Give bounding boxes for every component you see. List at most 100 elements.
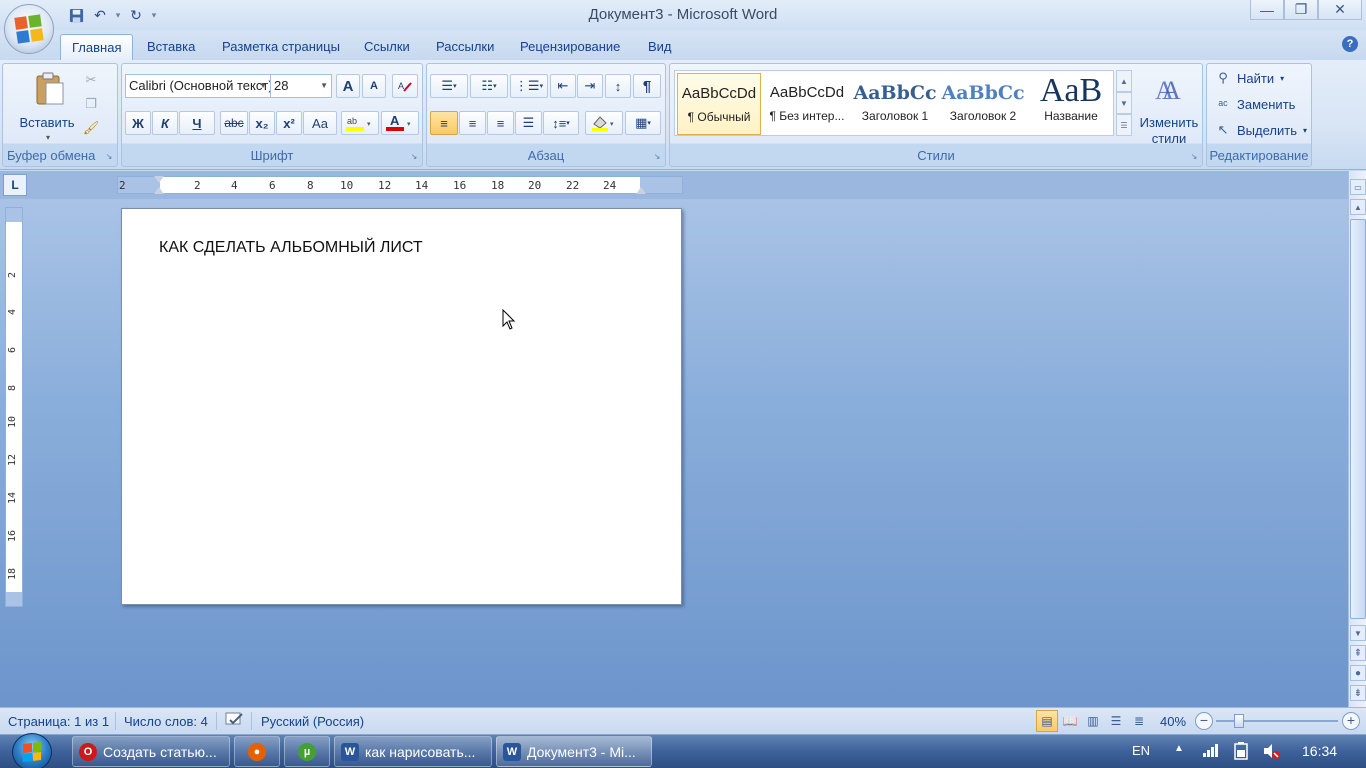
taskbar-item-utorrent[interactable]: µ	[284, 736, 330, 767]
sort-icon[interactable]: ↕	[605, 74, 631, 98]
horizontal-ruler[interactable]: 2 2 4 6 8 10 12 14 16 18 20 22 24	[117, 176, 683, 194]
first-line-indent-marker[interactable]	[154, 176, 164, 183]
highlight-color-icon[interactable]: ab ▾	[341, 111, 379, 135]
close-button[interactable]: ✕	[1318, 0, 1362, 20]
numbering-icon[interactable]: ☷ ▾	[470, 74, 508, 98]
paste-button[interactable]: Вставить ▾	[5, 66, 91, 144]
shrink-font-button[interactable]: A	[362, 74, 386, 98]
office-button[interactable]	[4, 4, 54, 54]
copy-icon[interactable]: ❐	[81, 92, 101, 116]
subscript-button[interactable]: x₂	[249, 111, 275, 135]
taskbar-item-word-1[interactable]: W как нарисовать...	[334, 736, 492, 767]
print-layout-icon[interactable]: ▤	[1036, 710, 1058, 732]
paragraph-launcher-icon[interactable]: ↘	[652, 152, 662, 162]
tab-selector[interactable]: L	[3, 174, 27, 196]
shading-icon[interactable]: ▾	[585, 111, 623, 135]
align-right-icon[interactable]: ≡	[487, 111, 514, 135]
zoom-level[interactable]: 40%	[1160, 714, 1186, 729]
zoom-in-icon[interactable]: +	[1342, 712, 1360, 730]
next-page-icon[interactable]: ⇟	[1350, 685, 1366, 701]
styles-launcher-icon[interactable]: ↘	[1189, 152, 1199, 162]
draft-view-icon[interactable]: ≣	[1128, 710, 1150, 732]
justify-icon[interactable]: ☰	[515, 111, 542, 135]
style-title[interactable]: AaB Название	[1029, 73, 1113, 135]
taskbar-item-opera[interactable]: O Создать статью...	[72, 736, 230, 767]
borders-icon[interactable]: ▦ ▾	[625, 111, 661, 135]
select-browse-object-icon[interactable]: ●	[1350, 665, 1366, 681]
find-button[interactable]: ⚲ Найти ▾	[1215, 66, 1284, 90]
tab-review[interactable]: Рецензирование	[509, 34, 631, 60]
spelling-check-icon[interactable]	[224, 711, 246, 732]
maximize-button[interactable]: ❐	[1284, 0, 1318, 20]
tab-page-layout[interactable]: Разметка страницы	[211, 34, 351, 60]
clipboard-launcher-icon[interactable]: ↘	[104, 152, 114, 162]
left-indent-marker[interactable]	[154, 187, 164, 194]
start-button[interactable]	[12, 733, 52, 768]
minimize-button[interactable]: —	[1250, 0, 1284, 20]
language-indicator[interactable]: EN	[1132, 743, 1150, 758]
scrollbar-thumb[interactable]	[1350, 219, 1366, 619]
tab-references[interactable]: Ссылки	[353, 34, 421, 60]
document-page[interactable]: КАК СДЕЛАТЬ АЛЬБОМНЫЙ ЛИСТ	[121, 208, 682, 605]
clear-formatting-icon[interactable]: A	[392, 74, 418, 98]
font-color-icon[interactable]: A ▾	[381, 111, 419, 135]
multilevel-list-icon[interactable]: ⋮☰ ▾	[510, 74, 548, 98]
right-indent-marker[interactable]	[636, 187, 646, 194]
align-center-icon[interactable]: ≡	[459, 111, 486, 135]
battery-icon[interactable]	[1232, 741, 1250, 764]
full-screen-reading-icon[interactable]: 📖	[1059, 710, 1081, 732]
line-spacing-icon[interactable]: ↕≡ ▾	[543, 111, 579, 135]
style-no-spacing[interactable]: AaBbCcDd ¶ Без интер...	[765, 73, 849, 135]
cut-icon[interactable]: ✂	[81, 68, 101, 92]
gallery-up-icon[interactable]: ▲	[1116, 70, 1132, 92]
previous-page-icon[interactable]: ⇞	[1350, 645, 1366, 661]
vertical-scrollbar[interactable]: ▭ ▲ ▼ ⇞ ● ⇟	[1348, 171, 1366, 707]
style-heading-2[interactable]: AaBbCc Заголовок 2	[941, 73, 1025, 135]
network-signal-icon[interactable]	[1202, 742, 1220, 761]
tab-insert[interactable]: Вставка	[136, 34, 206, 60]
superscript-button[interactable]: x²	[276, 111, 302, 135]
underline-button[interactable]: Ч	[179, 111, 215, 135]
taskbar-item-word-2[interactable]: W Документ3 - Mi...	[496, 736, 652, 767]
document-text[interactable]: КАК СДЕЛАТЬ АЛЬБОМНЫЙ ЛИСТ	[159, 239, 423, 257]
font-name-select[interactable]: Calibri (Основной текст) ▼	[125, 74, 271, 98]
clock[interactable]: 16:34	[1302, 743, 1337, 759]
web-layout-icon[interactable]: ▥	[1082, 710, 1104, 732]
bullets-icon[interactable]: ☰ ▾	[430, 74, 468, 98]
volume-muted-icon[interactable]	[1262, 741, 1282, 764]
view-ruler-icon[interactable]: ▭	[1350, 179, 1366, 195]
taskbar-item-firefox[interactable]: ●	[234, 736, 280, 767]
replace-button[interactable]: ᵃᶜ Заменить	[1215, 92, 1295, 116]
font-size-select[interactable]: 28 ▼	[270, 74, 332, 98]
tab-view[interactable]: Вид	[637, 34, 683, 60]
change-styles-button[interactable]: AA Изменить стили	[1136, 68, 1200, 146]
tab-mailings[interactable]: Рассылки	[425, 34, 505, 60]
format-painter-icon[interactable]: 🖌	[81, 116, 101, 140]
scroll-down-icon[interactable]: ▼	[1350, 625, 1366, 641]
bold-button[interactable]: Ж	[125, 111, 151, 135]
style-heading-1[interactable]: AaBbCc Заголовок 1	[853, 73, 937, 135]
tab-home[interactable]: Главная	[60, 34, 134, 60]
gallery-more-icon[interactable]: ☰	[1116, 114, 1132, 136]
zoom-slider-thumb[interactable]	[1234, 714, 1244, 728]
decrease-indent-icon[interactable]: ⇤	[550, 74, 576, 98]
help-icon[interactable]: ?	[1342, 36, 1358, 52]
increase-indent-icon[interactable]: ⇥	[577, 74, 603, 98]
font-launcher-icon[interactable]: ↘	[409, 152, 419, 162]
scroll-up-icon[interactable]: ▲	[1350, 199, 1366, 215]
vertical-ruler[interactable]: 2 4 6 8 10 12 14 16 18	[5, 207, 23, 607]
gallery-down-icon[interactable]: ▼	[1116, 92, 1132, 114]
italic-button[interactable]: К	[152, 111, 178, 135]
zoom-out-icon[interactable]: −	[1195, 712, 1213, 730]
show-hidden-icons-icon[interactable]: ▲	[1174, 743, 1184, 754]
align-left-icon[interactable]: ≡	[430, 111, 458, 135]
select-button[interactable]: ↖ Выделить ▾	[1215, 118, 1307, 142]
word-count[interactable]: Число слов: 4	[124, 714, 208, 729]
grow-font-button[interactable]: A	[336, 74, 360, 98]
change-case-button[interactable]: Aa	[303, 111, 337, 135]
language-indicator[interactable]: Русский (Россия)	[261, 714, 364, 729]
outline-view-icon[interactable]: ☰	[1105, 710, 1127, 732]
show-formatting-button[interactable]: ¶	[633, 74, 661, 98]
strikethrough-button[interactable]: abc	[220, 111, 248, 135]
style-normal[interactable]: AaBbCcDd ¶ Обычный	[677, 73, 761, 135]
